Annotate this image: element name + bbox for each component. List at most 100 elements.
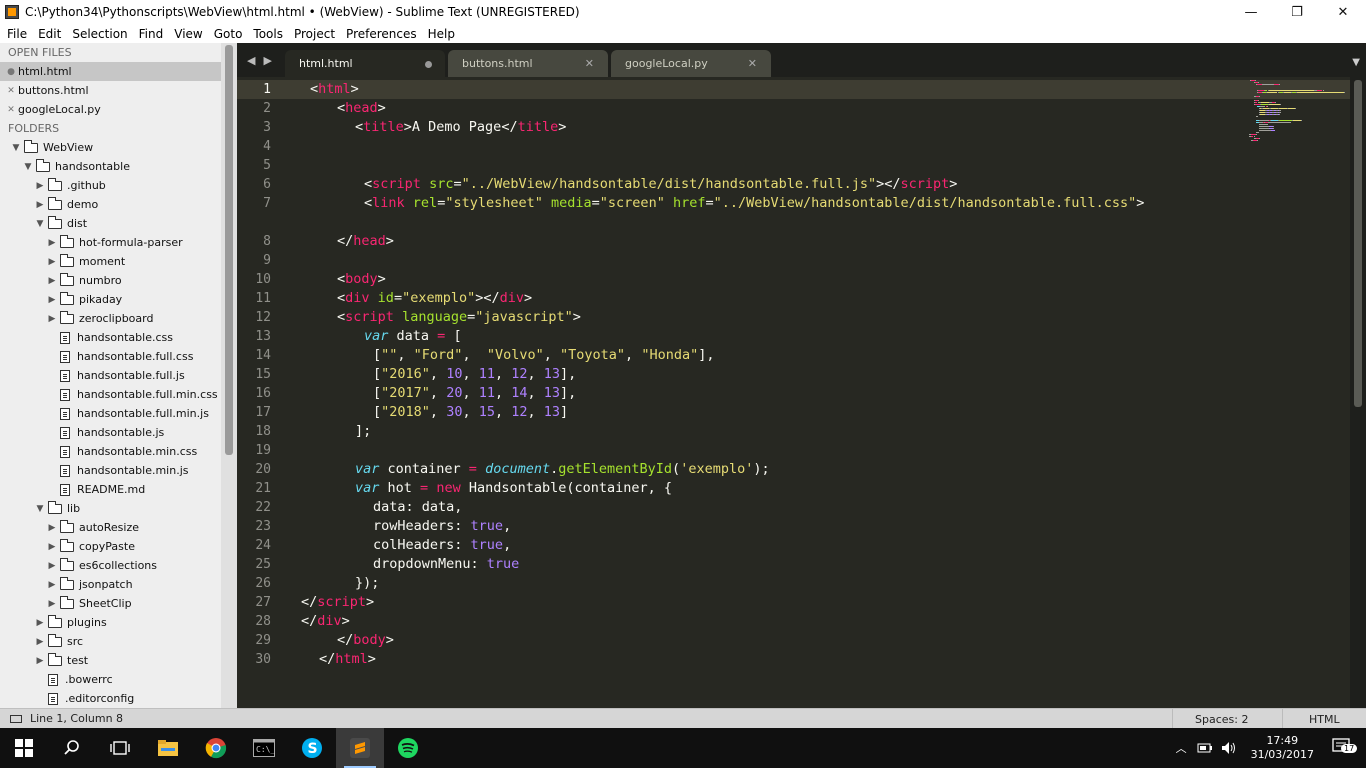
expand-right-arrow-icon[interactable]: ▶ xyxy=(46,238,58,248)
expand-right-arrow-icon[interactable]: ▶ xyxy=(46,295,58,305)
expand-down-arrow-icon[interactable]: ▼ xyxy=(22,162,34,172)
folder-item[interactable]: ▶ hot-formula-parser xyxy=(0,233,221,252)
maximize-button[interactable]: ❐ xyxy=(1274,0,1320,24)
file-explorer-button[interactable] xyxy=(144,728,192,768)
folder-item[interactable]: ▼ lib xyxy=(0,499,221,518)
tab-html-html[interactable]: html.html xyxy=(285,50,445,77)
folder-item[interactable]: ▶ .github xyxy=(0,176,221,195)
command-prompt-button[interactable]: C:\_ xyxy=(240,728,288,768)
folder-item[interactable]: ▶ autoResize xyxy=(0,518,221,537)
menu-help[interactable]: Help xyxy=(423,27,460,41)
sublime-text-button[interactable] xyxy=(336,728,384,768)
minimap[interactable] xyxy=(1245,77,1350,147)
folder-item[interactable]: ▶ es6collections xyxy=(0,556,221,575)
start-button[interactable] xyxy=(0,728,48,768)
menu-file[interactable]: File xyxy=(0,27,32,41)
speaker-icon[interactable] xyxy=(1221,741,1237,755)
folder-item[interactable]: ▶ src xyxy=(0,632,221,651)
expand-down-arrow-icon[interactable]: ▼ xyxy=(34,219,46,229)
folder-item[interactable]: ▶ test xyxy=(0,651,221,670)
menu-selection[interactable]: Selection xyxy=(67,27,132,41)
tab-googlelocal-py[interactable]: googleLocal.py ✕ xyxy=(611,50,771,77)
menu-project[interactable]: Project xyxy=(289,27,340,41)
expand-down-arrow-icon[interactable]: ▼ xyxy=(34,504,46,514)
tab-list-dropdown-icon[interactable]: ▼ xyxy=(1352,57,1360,68)
system-clock[interactable]: 17:49 31/03/2017 xyxy=(1251,734,1314,762)
file-item[interactable]: handsontable.css xyxy=(0,328,221,347)
open-file-item[interactable]: ✕ googleLocal.py xyxy=(0,100,221,119)
close-tab-icon[interactable]: ✕ xyxy=(585,57,594,70)
expand-right-arrow-icon[interactable]: ▶ xyxy=(46,257,58,267)
expand-right-arrow-icon[interactable]: ▶ xyxy=(46,314,58,324)
file-item[interactable]: handsontable.min.js xyxy=(0,461,221,480)
file-item[interactable]: handsontable.full.min.css xyxy=(0,385,221,404)
expand-right-arrow-icon[interactable]: ▶ xyxy=(46,523,58,533)
task-view-button[interactable] xyxy=(96,728,144,768)
minimize-button[interactable]: — xyxy=(1228,0,1274,24)
folder-item[interactable]: ▶ SheetClip xyxy=(0,594,221,613)
expand-right-arrow-icon[interactable]: ▶ xyxy=(34,656,46,666)
search-button[interactable] xyxy=(48,728,96,768)
menu-edit[interactable]: Edit xyxy=(33,27,66,41)
chrome-button[interactable] xyxy=(192,728,240,768)
editor-scroll-thumb[interactable] xyxy=(1354,80,1362,407)
file-item[interactable]: handsontable.min.css xyxy=(0,442,221,461)
folder-item[interactable]: ▼ handsontable xyxy=(0,157,221,176)
file-item[interactable]: handsontable.full.css xyxy=(0,347,221,366)
folder-item[interactable]: ▼ WebView xyxy=(0,138,221,157)
expand-right-arrow-icon[interactable]: ▶ xyxy=(46,561,58,571)
file-item[interactable]: handsontable.full.js xyxy=(0,366,221,385)
expand-down-arrow-icon[interactable]: ▼ xyxy=(10,143,22,153)
folder-item[interactable]: ▶ plugins xyxy=(0,613,221,632)
expand-right-arrow-icon[interactable]: ▶ xyxy=(46,580,58,590)
close-icon[interactable]: ✕ xyxy=(4,105,18,115)
close-button[interactable]: ✕ xyxy=(1320,0,1366,24)
expand-right-arrow-icon[interactable]: ▶ xyxy=(46,599,58,609)
menu-preferences[interactable]: Preferences xyxy=(341,27,422,41)
folder-item[interactable]: ▶ jsonpatch xyxy=(0,575,221,594)
sidebar-scrollbar[interactable] xyxy=(221,43,237,708)
file-item[interactable]: handsontable.js xyxy=(0,423,221,442)
folder-item[interactable]: ▼ dist xyxy=(0,214,221,233)
folder-item[interactable]: ▶ copyPaste xyxy=(0,537,221,556)
folder-item[interactable]: ▶ demo xyxy=(0,195,221,214)
action-center-button[interactable]: 17 xyxy=(1332,737,1358,759)
skype-button[interactable]: S xyxy=(288,728,336,768)
sidebar-scroll-thumb[interactable] xyxy=(225,45,233,455)
folder-item[interactable]: ▶ numbro xyxy=(0,271,221,290)
expand-right-arrow-icon[interactable]: ▶ xyxy=(46,542,58,552)
close-icon[interactable]: ✕ xyxy=(4,86,18,96)
file-item[interactable]: .bowerrc xyxy=(0,670,221,689)
panel-toggle-icon[interactable] xyxy=(10,714,22,723)
folder-item[interactable]: ▶ pikaday xyxy=(0,290,221,309)
chevron-up-icon[interactable]: ︿ xyxy=(1176,740,1187,756)
close-tab-icon[interactable]: ✕ xyxy=(748,57,757,70)
indentation-selector[interactable]: Spaces: 2 xyxy=(1172,709,1282,729)
file-item[interactable]: README.md xyxy=(0,480,221,499)
file-item[interactable]: handsontable.full.min.js xyxy=(0,404,221,423)
expand-right-arrow-icon[interactable]: ▶ xyxy=(34,637,46,647)
syntax-selector[interactable]: HTML xyxy=(1282,709,1366,729)
folder-icon xyxy=(60,595,74,609)
menu-tools[interactable]: Tools xyxy=(248,27,288,41)
file-item[interactable]: .editorconfig xyxy=(0,689,221,708)
expand-right-arrow-icon[interactable]: ▶ xyxy=(34,618,46,628)
tab-buttons-html[interactable]: buttons.html ✕ xyxy=(448,50,608,77)
tab-next-arrow-icon[interactable]: ▶ xyxy=(263,54,271,67)
expand-right-arrow-icon[interactable]: ▶ xyxy=(34,200,46,210)
spotify-button[interactable] xyxy=(384,728,432,768)
folder-item[interactable]: ▶ moment xyxy=(0,252,221,271)
expand-right-arrow-icon[interactable]: ▶ xyxy=(34,181,46,191)
battery-icon[interactable] xyxy=(1197,742,1213,754)
unsaved-dot-icon[interactable] xyxy=(425,61,432,68)
expand-right-arrow-icon[interactable]: ▶ xyxy=(46,276,58,286)
menu-find[interactable]: Find xyxy=(134,27,169,41)
open-file-item[interactable]: ✕ buttons.html xyxy=(0,81,221,100)
code-editor[interactable]: 1 <html> 2 <head> 3 <title>A Demo Page</title… xyxy=(237,77,1350,708)
menu-goto[interactable]: Goto xyxy=(209,27,248,41)
editor-scrollbar[interactable] xyxy=(1350,77,1366,708)
open-file-item[interactable]: ● html.html xyxy=(0,62,221,81)
menu-view[interactable]: View xyxy=(169,27,207,41)
folder-item[interactable]: ▶ zeroclipboard xyxy=(0,309,221,328)
tab-prev-arrow-icon[interactable]: ◀ xyxy=(247,54,255,67)
